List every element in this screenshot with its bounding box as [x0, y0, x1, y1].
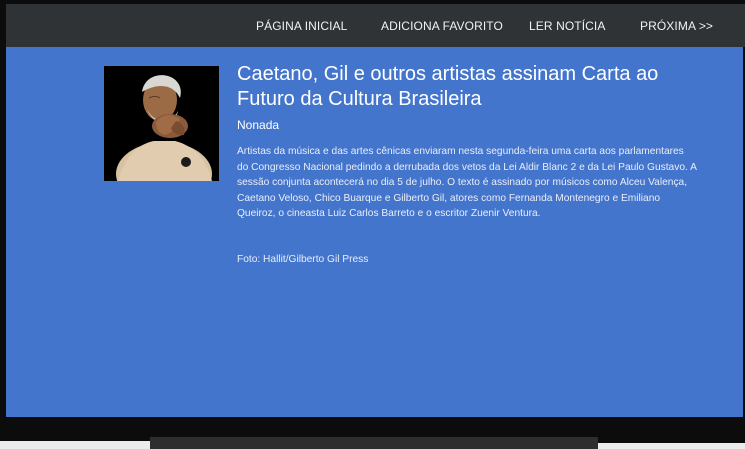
bottom-background-strip-right	[598, 443, 745, 449]
article-panel: Caetano, Gil e outros artistas assinam C…	[6, 47, 743, 417]
article-title: Caetano, Gil e outros artistas assinam C…	[237, 63, 659, 110]
bottom-background-strip	[0, 441, 150, 449]
article-source: Nonada	[237, 118, 280, 132]
article-photo	[104, 66, 219, 181]
read-news-nav-link[interactable]: LER NOTÍCIA	[529, 4, 605, 47]
home-nav-link[interactable]: PÁGINA INICIAL	[256, 4, 347, 47]
portrait-image	[104, 66, 219, 181]
news-page: PÁGINA INICIAL ADICIONA FAVORITO LER NOT…	[0, 0, 745, 449]
top-navigation-bar: PÁGINA INICIAL ADICIONA FAVORITO LER NOT…	[6, 4, 745, 47]
bottom-dark-bar	[150, 437, 598, 449]
article-summary: Artistas da música e das artes cênicas e…	[237, 146, 697, 219]
next-news-nav-link[interactable]: PRÓXIMA >>	[640, 4, 713, 47]
photo-credit: Foto: Hallit/Gilberto Gil Press	[237, 254, 369, 265]
add-favorite-nav-link[interactable]: ADICIONA FAVORITO	[381, 4, 503, 47]
